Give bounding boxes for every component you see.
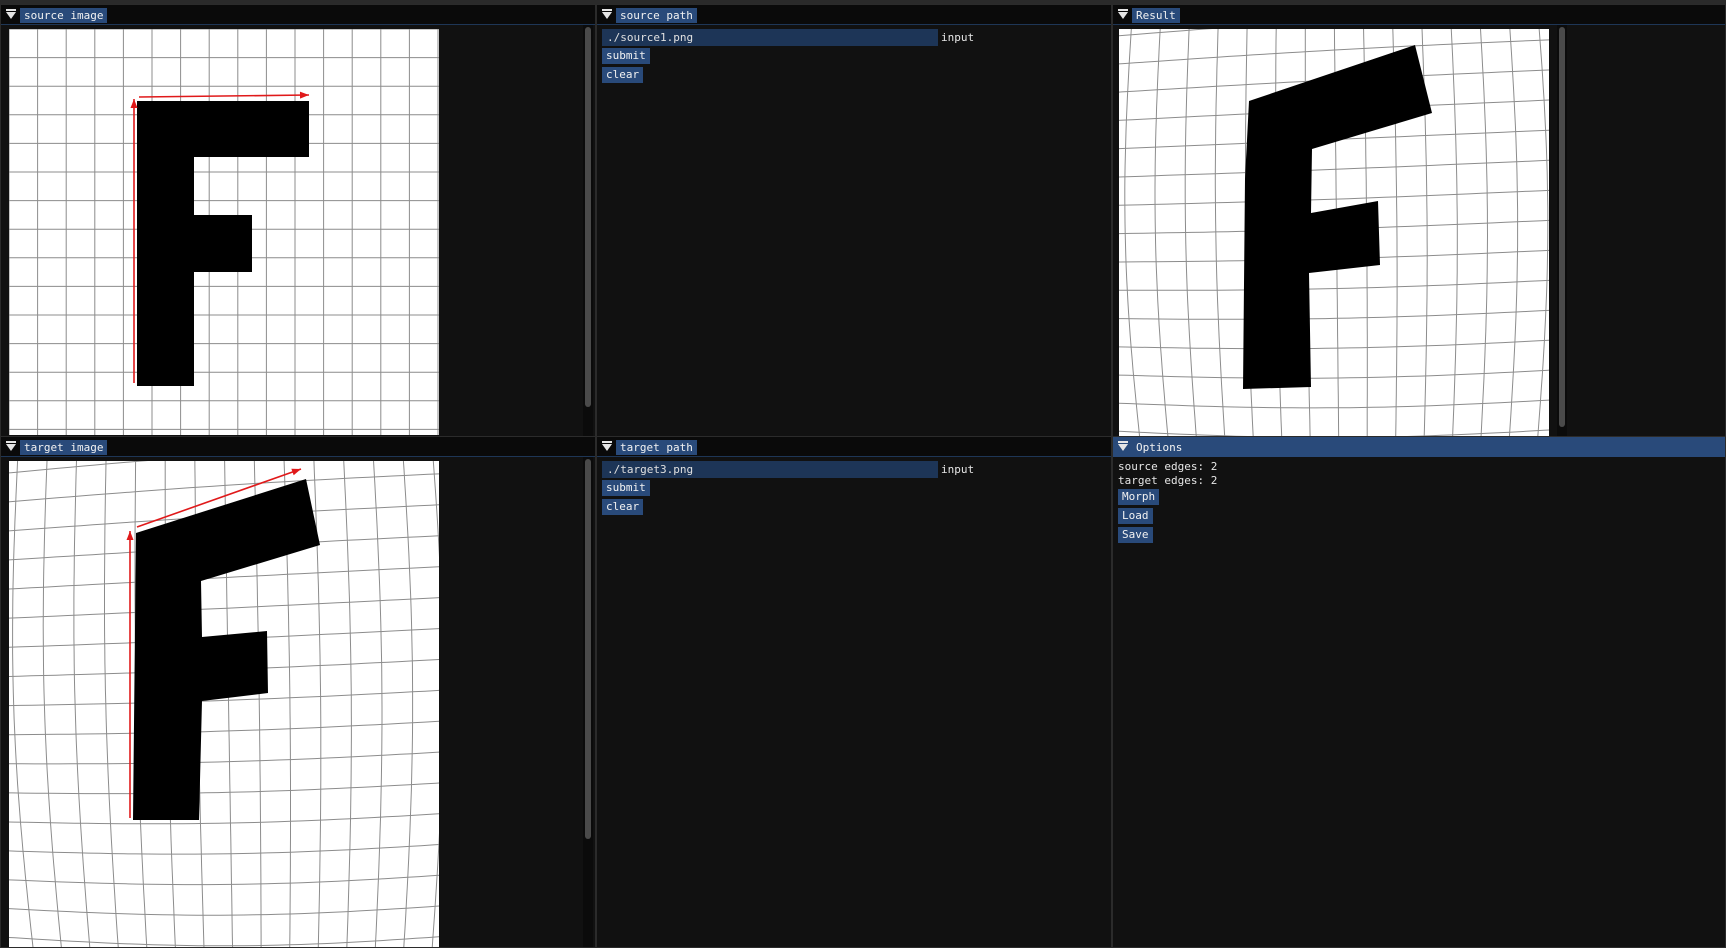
target-edge-slanted-arrow-head — [291, 468, 301, 476]
app-root: source image source path ./source1.png i… — [0, 0, 1726, 948]
source-edge-horizontal-arrow — [138, 94, 310, 98]
source-submit-button[interactable]: submit — [602, 48, 650, 64]
result-scroll-thumb[interactable] — [1559, 27, 1565, 427]
source-image-canvas[interactable] — [9, 29, 439, 435]
grid-curve-horizontal — [9, 936, 439, 947]
options-tab[interactable]: Options — [1132, 440, 1187, 455]
source-path-tab[interactable]: source path — [616, 8, 697, 23]
letter-f-warped-shape — [133, 479, 320, 820]
grid-curve-horizontal — [1119, 39, 1549, 65]
grid-curve-vertical — [104, 461, 119, 947]
save-button[interactable]: Save — [1118, 527, 1153, 543]
grid-curve-horizontal — [9, 782, 439, 795]
grid-curve-horizontal — [9, 874, 439, 886]
source-edges-count: source edges: 2 — [1118, 460, 1218, 473]
options-titlebar[interactable]: Options — [1113, 437, 1725, 457]
result-warped-image — [1119, 29, 1549, 437]
morph-button[interactable]: Morph — [1118, 489, 1160, 505]
grid-curve-horizontal — [1119, 189, 1549, 206]
result-scrollbar[interactable] — [1557, 25, 1567, 437]
target-image-canvas[interactable] — [9, 461, 439, 947]
target-submit-button[interactable]: submit — [602, 480, 650, 496]
grid-curve-vertical — [1214, 29, 1226, 437]
target-image-scrollbar[interactable] — [583, 457, 593, 947]
result-titlebar[interactable]: Result — [1113, 5, 1725, 25]
target-path-panel: target path ./target3.png input submit c… — [596, 436, 1112, 948]
source-path-input-label: input — [941, 31, 975, 44]
grid-curve-horizontal — [1119, 399, 1549, 409]
collapse-triangle-icon[interactable] — [602, 9, 612, 20]
source-image-titlebar[interactable]: source image — [1, 5, 595, 25]
grid-curve-horizontal — [9, 905, 439, 916]
source-path-input[interactable]: ./source1.png — [602, 29, 938, 46]
grid-curve-vertical — [1479, 29, 1489, 437]
target-edges-count: target edges: 2 — [1118, 474, 1218, 487]
collapse-triangle-icon[interactable] — [6, 9, 16, 20]
grid-curve-vertical — [12, 461, 34, 947]
collapse-triangle-icon[interactable] — [1118, 9, 1128, 20]
grid-curve-vertical — [1508, 29, 1519, 437]
target-path-input[interactable]: ./target3.png — [602, 461, 938, 478]
grid-curve-horizontal — [9, 813, 439, 825]
grid-curve-horizontal — [1119, 309, 1549, 320]
result-tab[interactable]: Result — [1132, 8, 1180, 23]
grid-curve-horizontal — [9, 751, 439, 765]
source-image-panel: source image — [0, 4, 596, 438]
target-edge-vertical-arrow-head — [126, 531, 134, 540]
target-image-titlebar[interactable]: target image — [1, 437, 595, 457]
source-image-tab[interactable]: source image — [20, 8, 108, 23]
load-button[interactable]: Load — [1118, 508, 1153, 524]
grid-curve-horizontal — [1119, 279, 1549, 291]
grid-curve-vertical — [373, 461, 383, 947]
collapse-triangle-icon[interactable] — [6, 441, 16, 452]
target-clear-button[interactable]: clear — [602, 499, 644, 515]
source-grid-image — [9, 29, 439, 435]
grid-curve-vertical — [402, 461, 414, 947]
collapse-triangle-icon[interactable] — [1118, 441, 1128, 452]
result-image-canvas[interactable] — [1119, 29, 1549, 437]
grid-curve-horizontal — [9, 844, 439, 855]
grid-curve-horizontal — [1119, 339, 1549, 350]
target-path-input-label: input — [941, 463, 975, 476]
source-edge-horizontal-arrow-head — [299, 91, 309, 99]
target-image-panel: target image — [0, 436, 596, 948]
source-edge-vertical-arrow-head — [130, 99, 138, 108]
source-image-scrollbar[interactable] — [583, 25, 593, 437]
source-clear-button[interactable]: clear — [602, 67, 644, 83]
grid-curve-vertical — [343, 461, 352, 947]
target-image-tab[interactable]: target image — [20, 440, 108, 455]
target-grid-image — [9, 461, 439, 947]
options-panel: Options source edges: 2 target edges: 2 … — [1112, 436, 1726, 948]
collapse-triangle-icon[interactable] — [602, 441, 612, 452]
grid-curve-vertical — [1537, 29, 1549, 437]
target-path-tab[interactable]: target path — [616, 440, 697, 455]
result-panel: Result — [1112, 4, 1726, 438]
target-path-titlebar[interactable]: target path — [597, 437, 1111, 457]
source-path-panel: source path ./source1.png input submit c… — [596, 4, 1112, 438]
grid-curve-vertical — [1450, 29, 1458, 437]
grid-curve-horizontal — [1119, 159, 1549, 178]
source-path-titlebar[interactable]: source path — [597, 5, 1111, 25]
grid-curve-horizontal — [9, 473, 439, 503]
grid-curve-horizontal — [9, 720, 439, 736]
target-image-scroll-thumb[interactable] — [585, 459, 591, 839]
source-image-scroll-thumb[interactable] — [585, 27, 591, 407]
